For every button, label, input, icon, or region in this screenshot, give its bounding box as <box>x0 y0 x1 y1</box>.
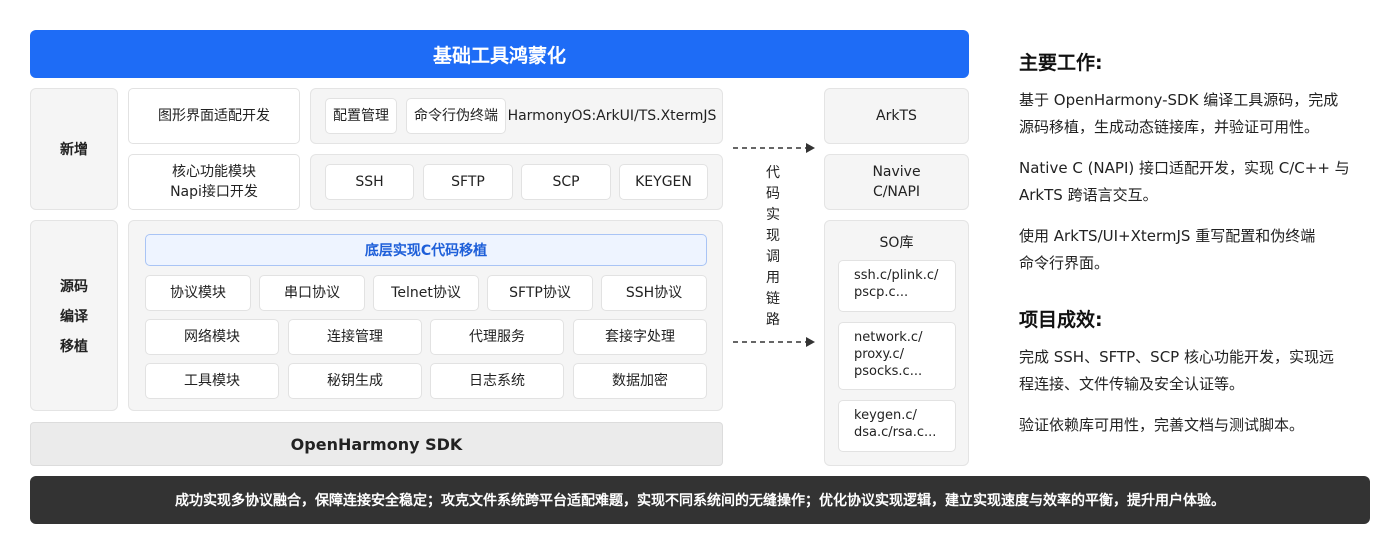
core-module-line2: Napi接口开发 <box>170 184 258 200</box>
porting-panel: 底层实现C代码移植 协议模块 串口协议 Telnet协议 SFTP协议 SSH协… <box>128 220 723 411</box>
protocol-module-box: 协议模块 <box>145 275 251 311</box>
call-link-char-6: 用 <box>766 270 780 286</box>
keygen-chip: KEYGEN <box>619 164 708 200</box>
call-link-char-5: 调 <box>766 249 780 265</box>
so-library-panel: SO库 ssh.c/plink.c/ pscp.c... network.c/ … <box>824 220 969 466</box>
ssh-protocol-box: SSH协议 <box>601 275 707 311</box>
so-item-keygen: keygen.c/ dsa.c/rsa.c... <box>838 400 956 452</box>
socket-handling-box: 套接字处理 <box>573 319 707 355</box>
data-encryption-box: 数据加密 <box>573 363 707 399</box>
arrow-head-top <box>806 143 815 153</box>
native-line2: C/NAPI <box>872 184 921 200</box>
main-work-p1-line2: 源码移植，生成动态链接库，并验证可用性。 <box>1019 118 1320 136</box>
call-link-label: 代 码 实 现 调 用 链 路 <box>758 158 788 336</box>
scp-chip: SCP <box>521 164 611 200</box>
native-napi-box: Navive C/NAPI <box>824 154 969 210</box>
call-link-char-1: 代 <box>766 165 780 181</box>
so-item-ssh-line2: pscp.c... <box>854 285 909 300</box>
arkts-box: ArkTS <box>824 88 969 144</box>
so-item-keygen-line2: dsa.c/rsa.c... <box>854 425 937 440</box>
native-line1: Navive <box>872 164 921 180</box>
call-link-char-3: 实 <box>766 207 780 223</box>
results-paragraph-1: 完成 SSH、SFTP、SCP 核心功能开发，实现远 程连接、文件传输及安全认证… <box>1019 344 1369 398</box>
connection-management-box: 连接管理 <box>288 319 422 355</box>
main-work-p1-line1: 基于 OpenHarmony-SDK 编译工具源码，完成 <box>1019 91 1339 109</box>
key-generation-box: 秘钥生成 <box>288 363 422 399</box>
so-library-title: SO库 <box>879 235 914 251</box>
network-module-box: 网络模块 <box>145 319 279 355</box>
pseudo-terminal-chip: 命令行伪终端 <box>406 98 506 134</box>
log-system-box: 日志系统 <box>430 363 564 399</box>
so-item-ssh-line1: ssh.c/plink.c/ <box>854 268 939 283</box>
results-title: 项目成效: <box>1019 309 1103 331</box>
core-module-line1: 核心功能模块 <box>172 164 256 180</box>
call-link-char-2: 码 <box>766 186 780 202</box>
so-item-network: network.c/ proxy.c/ psocks.c... <box>838 322 956 390</box>
proxy-service-box: 代理服务 <box>430 319 564 355</box>
core-module-box: 核心功能模块 Napi接口开发 <box>128 154 300 210</box>
main-work-p3-line2: 命令行界面。 <box>1019 254 1110 272</box>
so-item-network-line1: network.c/ <box>854 330 923 345</box>
results-paragraph-2: 验证依赖库可用性，完善文档与测试脚本。 <box>1019 412 1369 439</box>
main-work-p2-line2: ArkTS 跨语言交互。 <box>1019 186 1158 204</box>
porting-label-line1: 源码 <box>60 278 88 295</box>
main-work-paragraph-1: 基于 OpenHarmony-SDK 编译工具源码，完成 源码移植，生成动态链接… <box>1019 87 1369 141</box>
main-work-title: 主要工作: <box>1019 52 1103 74</box>
ui-tech-panel: 配置管理 命令行伪终端 HarmonyOS:ArkUI/TS.XtermJS <box>310 88 723 144</box>
tool-module-box: 工具模块 <box>145 363 279 399</box>
results-p1-line1: 完成 SSH、SFTP、SCP 核心功能开发，实现远 <box>1019 348 1334 366</box>
ssh-chip: SSH <box>325 164 414 200</box>
serial-protocol-box: 串口协议 <box>259 275 365 311</box>
results-p1-line2: 程连接、文件传输及安全认证等。 <box>1019 375 1245 393</box>
main-work-p2-line1: Native C (NAPI) 接口适配开发，实现 C/C++ 与 <box>1019 159 1350 177</box>
summary-bar: 成功实现多协议融合，保障连接安全稳定；攻克文件系统跨平台适配难题，实现不同系统间… <box>30 476 1370 524</box>
so-item-ssh: ssh.c/plink.c/ pscp.c... <box>838 260 956 312</box>
results-p2-line1: 验证依赖库可用性，完善文档与测试脚本。 <box>1019 416 1305 434</box>
section-label-porting: 源码 编译 移植 <box>30 220 118 411</box>
harmonyos-tech-text: HarmonyOS:ArkUI/TS.XtermJS <box>507 108 717 124</box>
arrow-head-bottom <box>806 337 815 347</box>
config-management-chip: 配置管理 <box>325 98 397 134</box>
sftp-chip: SFTP <box>423 164 513 200</box>
sftp-protocol-box: SFTP协议 <box>487 275 593 311</box>
gui-adaptation-box: 图形界面适配开发 <box>128 88 300 144</box>
porting-label-line2: 编译 <box>60 308 88 325</box>
so-item-network-line3: psocks.c... <box>854 364 923 379</box>
so-item-network-line2: proxy.c/ <box>854 347 905 362</box>
main-work-p3-line1: 使用 ArkTS/UI+XtermJS 重写配置和伪终端 <box>1019 227 1316 245</box>
call-link-char-8: 路 <box>766 312 780 328</box>
so-item-keygen-line1: keygen.c/ <box>854 408 917 423</box>
banner-title: 基础工具鸿蒙化 <box>30 30 969 78</box>
telnet-protocol-box: Telnet协议 <box>373 275 479 311</box>
call-link-char-7: 链 <box>766 291 780 307</box>
main-work-paragraph-3: 使用 ArkTS/UI+XtermJS 重写配置和伪终端 命令行界面。 <box>1019 223 1369 277</box>
porting-header: 底层实现C代码移植 <box>145 234 707 266</box>
porting-label-line3: 移植 <box>60 338 88 355</box>
call-link-char-4: 现 <box>766 228 780 244</box>
openharmony-sdk-bar: OpenHarmony SDK <box>30 422 723 466</box>
protocol-chip-panel: SSH SFTP SCP KEYGEN <box>310 154 723 210</box>
section-label-added: 新增 <box>30 88 118 210</box>
main-work-paragraph-2: Native C (NAPI) 接口适配开发，实现 C/C++ 与 ArkTS … <box>1019 155 1369 209</box>
